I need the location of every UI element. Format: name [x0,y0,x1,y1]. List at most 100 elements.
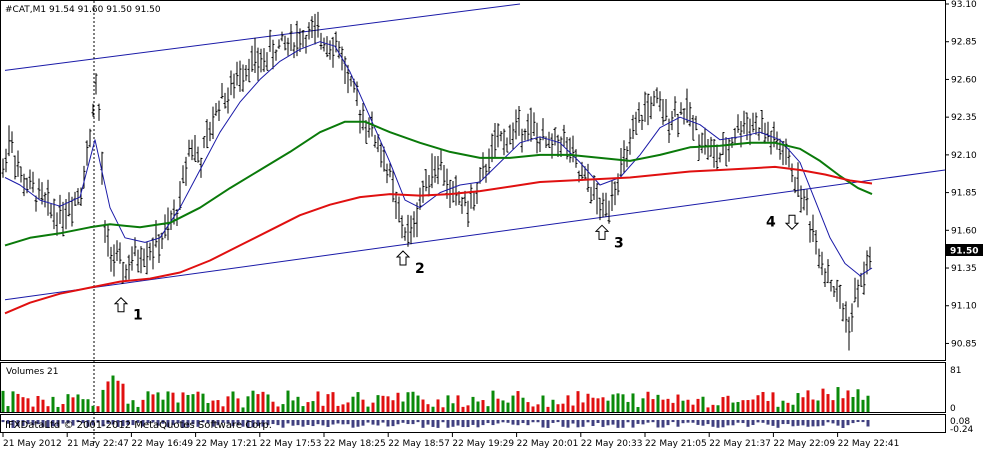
symbol-header: #CAT,M1 91.54 91.60 91.50 91.50 [5,5,161,15]
indicator-bar [321,420,325,426]
indicator-bar [656,420,660,428]
indicator-bar [346,420,350,425]
volume-bar [21,397,25,412]
indicator-bar [556,420,560,423]
volume-bar [391,400,395,412]
volume-bar [546,406,550,412]
volume-bar [16,393,20,412]
volume-bar [31,406,35,412]
volume-axis-zero: 0 [950,404,956,414]
indicator-bar [771,420,775,426]
current-price-label: 91.50 [950,247,978,257]
volume-bar [696,398,700,412]
indicator-bar [626,420,630,423]
volume-bar [166,391,170,412]
indicator-bar [841,420,845,428]
indicator-bar [601,420,605,427]
indicator-bar [326,420,330,427]
volume-bar [651,399,655,412]
volume-bar [276,406,280,412]
volume-bar [721,397,725,412]
indicator-bar [481,420,485,426]
volume-bar [636,407,640,412]
indicator-bar [301,420,305,427]
indicator-bar [561,420,565,427]
volume-bar [671,402,675,412]
indicator-bar [866,420,870,427]
volume-bar [196,391,200,412]
volume-bar [226,396,230,412]
volume-bar [706,407,710,412]
indicator-bar [531,420,535,423]
volume-bar [661,399,665,412]
volume-bar [316,391,320,412]
indicator-bar [376,420,380,426]
volume-bar [321,405,325,412]
volume-bar [26,398,30,412]
volume-bar [736,401,740,412]
indicator-bar [276,420,280,426]
indicator-bar [366,420,370,423]
indicator-bar [446,420,450,428]
volume-bar [756,395,760,412]
volume-bar [341,404,345,412]
time-tick-label: 22 May 21:37 [709,439,771,449]
indicator-bar [606,420,610,426]
volume-bar [796,393,800,412]
time-tick-label: 21 May 22:47 [67,439,129,449]
volume-bar [471,396,475,412]
volume-bar [481,400,485,412]
volume-bar [846,390,850,412]
time-tick-label: 22 May 20:01 [517,439,579,449]
volume-bar [491,390,495,412]
volume-bar [686,399,690,412]
price-tick-label: 92.10 [951,151,977,161]
volume-bar [176,402,180,412]
volume-bar [296,396,300,412]
indicator-bar [401,420,405,423]
indicator-bar [361,420,365,426]
indicator-bar [826,420,830,423]
volume-bar [751,399,755,412]
volume-bar [191,394,195,412]
volume-bar [536,404,540,412]
volume-bar [841,398,845,412]
volume-bar [211,400,215,412]
volume-bar [666,398,670,412]
volume-bar [561,403,565,412]
volume-bar [626,401,630,412]
price-tick-label: 92.35 [951,113,977,123]
volume-bar [606,400,610,412]
volume-bar [91,405,95,412]
volume-bar [171,392,175,412]
volume-bar [201,393,205,412]
indicator-bar [426,420,430,425]
volume-bar [311,401,315,412]
volume-bar [811,399,815,412]
volume-bar [56,406,60,412]
volume-bar [51,396,55,412]
indicator-bar [541,420,545,428]
volume-bar [111,375,115,412]
indicator-bar [496,420,500,424]
indicator-bar [686,420,690,423]
volume-bar [366,406,370,412]
volume-bar [591,397,595,412]
volume-bar [851,396,855,412]
time-tick-label: 22 May 21:05 [645,439,707,449]
volume-bar [231,391,235,412]
indicator-bar [761,420,765,423]
indicator-bar [431,420,435,427]
indicator-bar [466,420,470,428]
mt4-chart: 1 2 3 4 93.10 92.85 92.60 92.35 92.10 91.85 91.60… [0,0,983,451]
volume-bar [596,398,600,412]
indicator-bar [386,420,390,427]
volume-bar [486,406,490,412]
volume-bar [431,406,435,412]
indicator-bar [341,420,345,425]
volume-bar [506,402,510,412]
time-tick-label: 22 May 17:21 [196,439,258,449]
volume-bar [461,406,465,412]
volume-bar [601,397,605,412]
price-tick-label: 90.85 [951,339,977,349]
